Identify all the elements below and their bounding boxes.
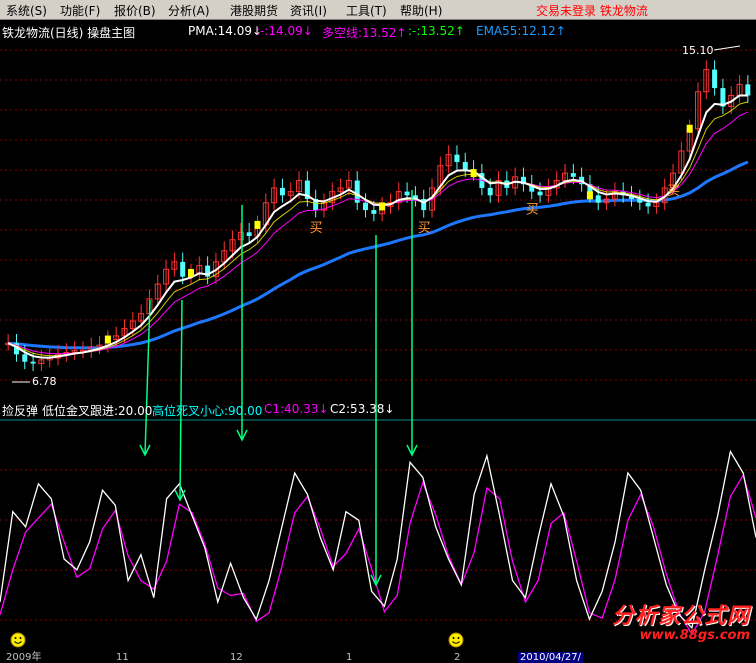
osc-high-threshold: 高位死叉小心:90.00 [152, 404, 263, 418]
candle-body [30, 361, 36, 364]
candle-body [22, 354, 28, 362]
candle-body [745, 84, 751, 96]
date-cursor-label: 2010/04/27/ [518, 652, 584, 663]
candle-body [180, 261, 186, 277]
candle-body [595, 195, 601, 203]
price-chart[interactable]: 买买买买15.106.78 [0, 0, 756, 663]
date-label: 2 [454, 652, 461, 663]
smiley-icon [448, 632, 464, 648]
yellow-marker [254, 220, 261, 229]
candle-body [363, 202, 369, 211]
date-label: 12 [230, 652, 243, 663]
smiley-icon-eye [457, 637, 460, 639]
watermark-url: www.88gs.com [639, 628, 750, 643]
candle-body [246, 232, 252, 236]
smiley-icon-eye [14, 637, 17, 639]
oscillator-legend: 捡反弹 低位金叉跟进:20.00 高位死叉小心:90.00 C1:40.33↓ … [0, 402, 756, 420]
candle-body [712, 69, 718, 89]
candle-body [279, 187, 285, 196]
osc-title: 捡反弹 [2, 404, 39, 418]
date-label: 1 [346, 652, 353, 663]
yellow-marker [686, 124, 693, 133]
smiley-icon [10, 632, 26, 648]
pma-line [7, 94, 748, 359]
watermark-title: 分析家公式网 [611, 604, 750, 629]
date-label: 2009年 [6, 652, 42, 663]
low-price-label: 6.78 [32, 375, 57, 388]
candle-body [462, 162, 468, 170]
yellow-marker [379, 202, 386, 211]
yellow-marker [188, 268, 194, 277]
candle-body [487, 187, 493, 196]
osc-c1-value: C1:40.33↓ [264, 402, 329, 416]
candle-body [404, 191, 410, 196]
candle-body [537, 191, 543, 196]
signal-arrow-line [144, 299, 151, 456]
yellow-marker [470, 169, 477, 178]
buy-signal-label: 买 [310, 221, 323, 236]
buy-signal-label: 买 [667, 184, 680, 199]
candlestick-series [5, 60, 751, 371]
yellow-marker [586, 191, 593, 200]
date-axis: 2009年 11 12 1 2 2010/04/27/ [0, 652, 756, 663]
candle-body [645, 202, 651, 207]
osc-low-threshold: 低位金叉跟进:20.00 [42, 404, 153, 418]
watermark: 分析家公式网 www.88gs.com [612, 598, 750, 643]
buy-signal-label: 买 [526, 203, 539, 218]
candle-body [371, 210, 377, 214]
duokong-line [8, 111, 748, 355]
high-price-pointer [713, 45, 741, 51]
chart-grid [0, 49, 756, 621]
smiley-icon-eye [452, 637, 455, 639]
date-label: 11 [116, 652, 129, 663]
osc-c2-value: C2:53.38↓ [330, 402, 395, 416]
high-price-label: 15.10 [682, 44, 714, 57]
yellow-marker [104, 335, 111, 344]
candle-body [454, 154, 460, 163]
smiley-icon-eye [19, 637, 22, 639]
signal-arrows [139, 190, 418, 587]
candle-body [570, 173, 576, 177]
buy-signal-label: 买 [418, 221, 431, 236]
